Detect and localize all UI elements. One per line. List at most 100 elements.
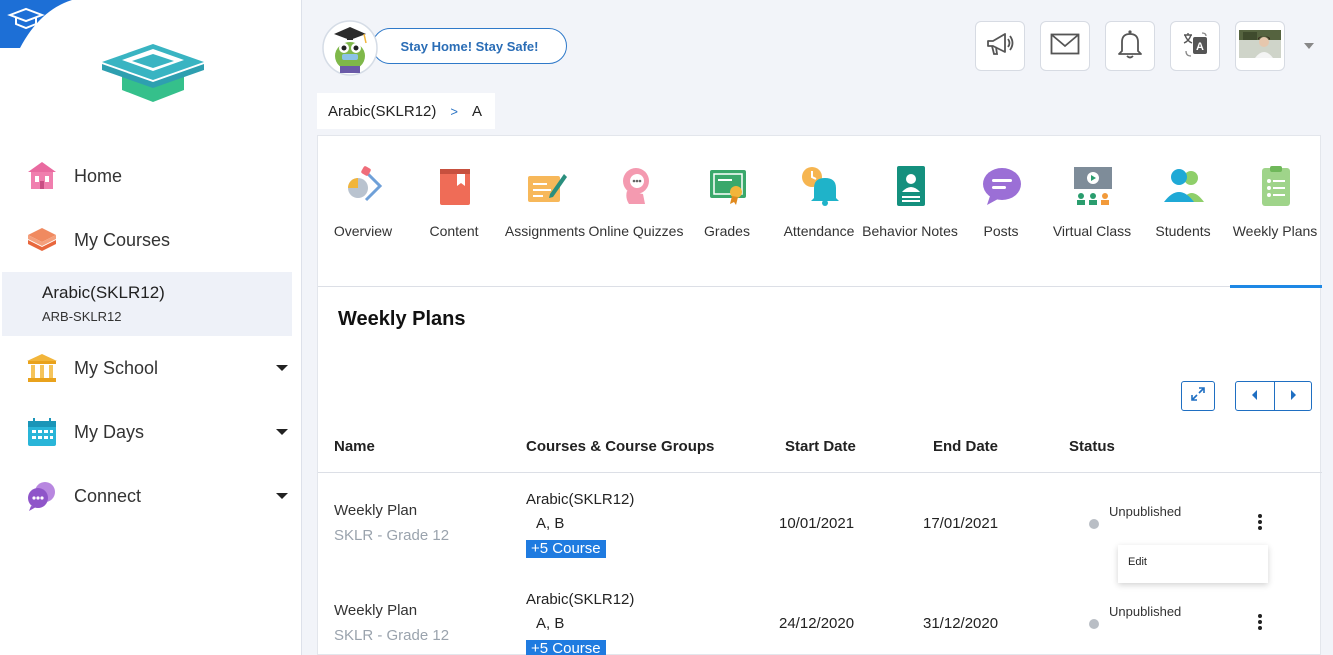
- behavior-notes-icon: [889, 164, 933, 208]
- tab-content[interactable]: Content: [409, 136, 499, 286]
- profile-avatar: [1239, 29, 1281, 63]
- course-groups: A, B: [536, 515, 565, 532]
- tab-label: Overview: [333, 223, 393, 239]
- tab-students[interactable]: Students: [1138, 136, 1228, 286]
- corner-logo-icon[interactable]: [0, 0, 72, 48]
- column-header-courses[interactable]: Courses & Course Groups: [526, 438, 714, 455]
- sidebar-item-my-school[interactable]: My School: [0, 340, 302, 396]
- tab-label: Behavior Notes: [862, 223, 958, 239]
- breadcrumb-course[interactable]: Arabic(SKLR12): [328, 103, 436, 120]
- start-date: 24/12/2020: [779, 615, 855, 632]
- chevron-down-icon[interactable]: [276, 493, 288, 499]
- column-header-name[interactable]: Name: [334, 438, 375, 455]
- expand-icon: [1191, 386, 1205, 406]
- tab-posts[interactable]: Posts: [956, 136, 1046, 286]
- course-groups: A, B: [536, 615, 565, 632]
- tab-virtual-class[interactable]: Virtual Class: [1047, 136, 1137, 286]
- megaphone-icon: [985, 30, 1015, 63]
- svg-text:A: A: [1196, 41, 1204, 53]
- quiz-icon: [615, 164, 659, 208]
- column-header-status[interactable]: Status: [1069, 438, 1115, 455]
- sidebar-item-my-courses[interactable]: My Courses: [0, 212, 302, 268]
- row-menu-button[interactable]: [1250, 610, 1270, 634]
- chevron-down-icon[interactable]: [1304, 43, 1314, 49]
- next-page-button[interactable]: [1273, 382, 1312, 410]
- tab-label: Posts: [983, 223, 1019, 239]
- stay-safe-banner[interactable]: Stay Home! Stay Safe!: [372, 28, 567, 64]
- end-date: 31/12/2020: [923, 615, 999, 632]
- plan-grade: SKLR - Grade 12: [334, 627, 450, 644]
- tab-overview[interactable]: Overview: [318, 136, 408, 286]
- language-button[interactable]: A: [1170, 21, 1220, 71]
- more-courses-badge[interactable]: +5 Course: [526, 540, 606, 558]
- course-name: Arabic(SKLR12): [42, 283, 165, 302]
- pager: [1235, 381, 1312, 411]
- expand-button[interactable]: [1181, 381, 1215, 411]
- messages-button[interactable]: [1040, 21, 1090, 71]
- tab-behavior-notes[interactable]: Behavior Notes: [862, 136, 958, 286]
- plan-name[interactable]: Weekly Plan: [334, 502, 417, 519]
- plan-grade: SKLR - Grade 12: [334, 527, 450, 544]
- edit-menu-item[interactable]: Edit: [1128, 556, 1147, 568]
- tab-online-quizzes[interactable]: Online Quizzes: [589, 136, 683, 286]
- attendance-bell-icon: [798, 164, 842, 208]
- tab-label: Assignments: [504, 223, 586, 239]
- tab-attendance[interactable]: Attendance: [774, 136, 864, 286]
- courses-icon: [24, 222, 60, 258]
- sidebar-current-course[interactable]: Arabic(SKLR12) ARB-SKLR12: [2, 272, 292, 336]
- page-title: Weekly Plans: [338, 308, 466, 330]
- sidebar-item-home[interactable]: Home: [0, 148, 302, 204]
- sidebar-item-connect[interactable]: Connect: [0, 468, 302, 524]
- connect-icon: [24, 478, 60, 514]
- chevron-down-icon[interactable]: [276, 429, 288, 435]
- profile-button[interactable]: [1235, 21, 1285, 71]
- sidebar-item-my-days[interactable]: My Days: [0, 404, 302, 460]
- tab-label: Online Quizzes: [588, 223, 684, 239]
- chevron-left-icon: [1251, 387, 1259, 405]
- course-card: Overview Content Assignments Online Quiz…: [317, 135, 1322, 655]
- end-date: 17/01/2021: [923, 515, 999, 532]
- chevron-down-icon[interactable]: [276, 365, 288, 371]
- row-menu-dropdown: Edit: [1118, 545, 1268, 583]
- virtual-class-icon: [1071, 164, 1115, 208]
- sidebar: Home My Courses Arabic(SKLR12) ARB-SKLR1…: [0, 0, 302, 655]
- mascot-avatar-icon: [320, 18, 380, 76]
- translate-icon: A: [1180, 29, 1210, 64]
- students-icon: [1162, 164, 1206, 208]
- home-icon: [24, 158, 60, 194]
- status-dot-icon: [1089, 619, 1099, 629]
- tab-label: Attendance: [783, 223, 855, 239]
- sidebar-item-label: My Courses: [74, 229, 171, 250]
- course-name: Arabic(SKLR12): [526, 591, 635, 608]
- sidebar-item-label: Home: [74, 165, 123, 186]
- course-code: ARB-SKLR12: [42, 309, 122, 324]
- sidebar-item-label: Connect: [74, 485, 142, 506]
- tab-assignments[interactable]: Assignments: [500, 136, 590, 286]
- school-icon: [24, 350, 60, 386]
- mail-icon: [1050, 33, 1080, 60]
- tab-label: Weekly Plans: [1232, 223, 1318, 239]
- column-header-end-date[interactable]: End Date: [933, 438, 998, 455]
- assignments-icon: [524, 164, 568, 208]
- announcements-button[interactable]: [975, 21, 1025, 71]
- course-name: Arabic(SKLR12): [526, 491, 635, 508]
- breadcrumb-group[interactable]: A: [472, 103, 482, 120]
- tab-grades[interactable]: Grades: [682, 136, 772, 286]
- more-courses-badge[interactable]: +5 Course: [526, 640, 606, 655]
- weekly-plans-icon: [1254, 164, 1298, 208]
- grades-certificate-icon: [706, 164, 750, 208]
- row-menu-button[interactable]: [1250, 510, 1270, 534]
- school-logo-icon[interactable]: [98, 40, 208, 112]
- overview-icon: [342, 164, 386, 208]
- previous-page-button[interactable]: [1236, 382, 1274, 410]
- notifications-button[interactable]: [1105, 21, 1155, 71]
- content-book-icon: [433, 164, 477, 208]
- column-header-start-date[interactable]: Start Date: [785, 438, 856, 455]
- table-header-divider: [318, 472, 1322, 473]
- bell-icon: [1117, 29, 1143, 64]
- status-badge: Unpublished: [1109, 504, 1182, 519]
- calendar-icon: [24, 414, 60, 450]
- plan-name[interactable]: Weekly Plan: [334, 602, 417, 619]
- tab-label: Students: [1155, 223, 1211, 239]
- tab-weekly-plans[interactable]: Weekly Plans: [1230, 136, 1322, 288]
